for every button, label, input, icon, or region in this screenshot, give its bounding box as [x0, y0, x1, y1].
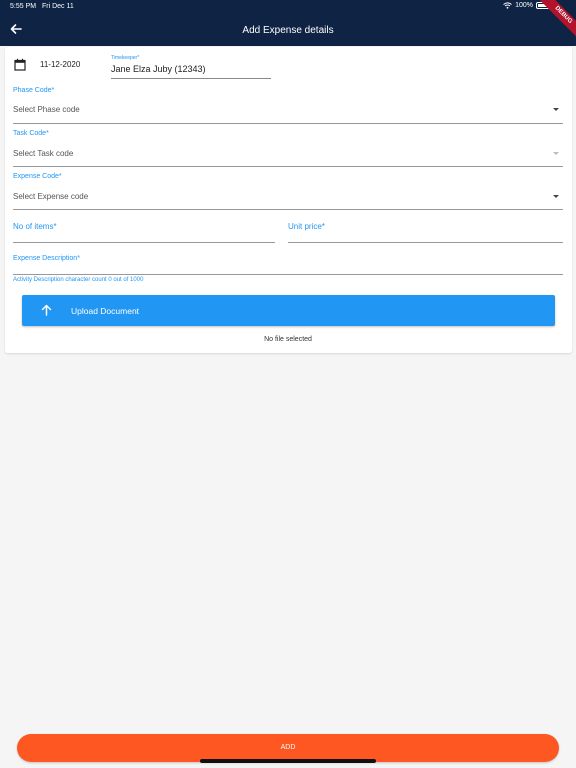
status-date: Fri Dec 11 — [42, 3, 74, 10]
char-count-hint: Activity Description character count 0 o… — [13, 277, 144, 283]
page-title: Add Expense details — [242, 25, 334, 36]
unit-price-input[interactable] — [288, 242, 563, 243]
calendar-icon — [14, 58, 26, 71]
date-picker[interactable]: 11-12-2020 — [14, 58, 80, 71]
date-value: 11-12-2020 — [40, 60, 81, 69]
timekeeper-field[interactable]: Timekeeper* Jane Elza Juby (12343) — [111, 55, 271, 79]
task-code-label: Task Code* — [13, 130, 49, 137]
upload-document-label: Upload Document — [71, 306, 140, 316]
task-code-dropdown[interactable]: Task Code* Select Task code — [13, 130, 563, 167]
expense-code-value: Select Expense code — [13, 192, 89, 201]
chevron-down-icon — [553, 152, 559, 155]
no-of-items-label: No of items* — [13, 222, 57, 231]
timekeeper-label: Timekeeper* — [111, 55, 140, 61]
upload-document-button[interactable]: Upload Document — [22, 295, 555, 326]
expense-code-dropdown[interactable]: Expense Code* Select Expense code — [13, 173, 563, 210]
task-code-value: Select Task code — [13, 149, 74, 158]
status-time: 5:55 PM — [10, 3, 37, 10]
no-of-items-input[interactable] — [13, 242, 275, 243]
unit-price-label: Unit price* — [288, 222, 325, 231]
wifi-icon — [503, 2, 512, 9]
add-button[interactable]: ADD — [17, 734, 559, 762]
home-indicator — [200, 759, 376, 763]
expense-code-label: Expense Code* — [13, 173, 62, 180]
phase-code-dropdown[interactable]: Phase Code* Select Phase code — [13, 87, 563, 124]
chevron-down-icon — [553, 195, 559, 198]
battery-percent: 100% — [515, 2, 533, 9]
phase-code-label: Phase Code* — [13, 87, 55, 94]
phase-code-value: Select Phase code — [13, 105, 80, 114]
app-bar: 5:55 PM Fri Dec 11 100% Add Expense deta… — [0, 0, 576, 46]
expense-description-input[interactable]: Expense Description* — [13, 255, 563, 275]
arrow-up-icon — [41, 304, 52, 316]
chevron-down-icon — [553, 108, 559, 111]
expense-description-label: Expense Description* — [13, 255, 80, 262]
timekeeper-value: Jane Elza Juby (12343) — [111, 64, 206, 74]
no-file-selected-text: No file selected — [264, 336, 312, 343]
